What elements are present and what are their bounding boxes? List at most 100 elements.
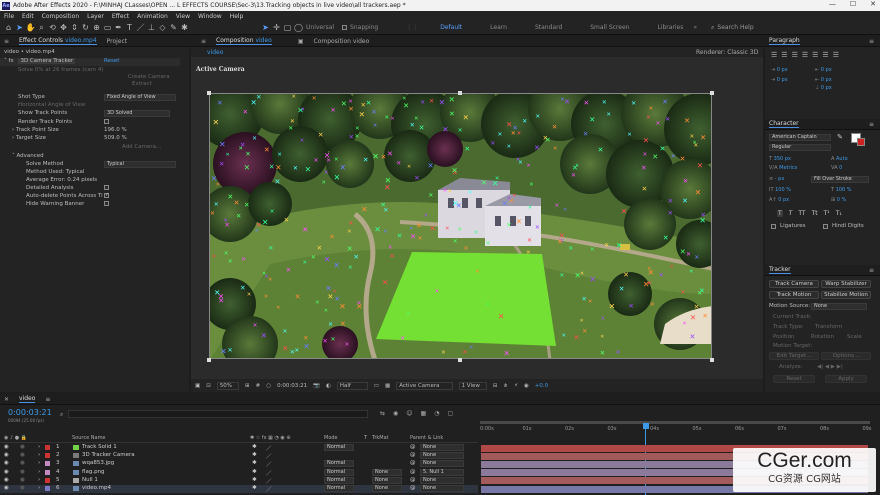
track-point-marker[interactable]: ✕ bbox=[366, 99, 371, 107]
track-point-marker[interactable]: ✕ bbox=[545, 137, 551, 144]
track-point-marker[interactable]: ✕ bbox=[457, 227, 462, 234]
track-point-marker[interactable]: ✕ bbox=[619, 285, 625, 293]
track-point-marker[interactable]: ✕ bbox=[535, 225, 540, 232]
track-point-marker[interactable]: ✕ bbox=[449, 111, 455, 118]
layer-switch-icon[interactable]: ✱ bbox=[252, 485, 257, 491]
track-point-marker[interactable]: ✕ bbox=[348, 105, 353, 113]
track-point-marker[interactable]: ✕ bbox=[243, 109, 248, 116]
view-options-icon[interactable]: ⊟ bbox=[493, 383, 498, 389]
track-point-marker[interactable]: ✕ bbox=[226, 152, 230, 159]
video-frame[interactable]: ✕ ✕ ✕ ✕ ✕ ✕ ✕ ✕ ✕ ✕ ✕ ✕ ✕ ✕ ✕ ✕ ✕ ✕ ✕ ✕ ✕ ✕ ✕ ✕ ✕ ✕ ✕ ✕ ✕ ✕ ✕ ✕ ✕ ✕ ✕ ✕ ✕ ✕ ✕ ✕… bbox=[209, 93, 712, 359]
track-point-marker[interactable]: ✕ bbox=[384, 184, 391, 192]
workspace-dots-icon[interactable]: ⋮⋮ bbox=[406, 24, 418, 31]
add-camera-button[interactable]: Add Camera... bbox=[122, 144, 161, 152]
track-camera-button[interactable]: Track Camera bbox=[769, 280, 819, 288]
mask-icon[interactable]: ○ bbox=[266, 383, 271, 389]
timeline-tab-video[interactable]: video bbox=[19, 395, 36, 403]
track-point-marker[interactable]: ✕ bbox=[363, 156, 369, 164]
snapshot-icon[interactable]: 📷 bbox=[313, 383, 320, 389]
track-point-marker[interactable]: ✕ bbox=[314, 158, 319, 165]
frame-handle[interactable] bbox=[710, 91, 714, 95]
workspace-default[interactable]: Default bbox=[440, 24, 462, 31]
track-point-marker[interactable]: ✕ bbox=[220, 348, 227, 356]
track-point-marker[interactable]: ✕ bbox=[381, 153, 386, 161]
track-point-marker[interactable]: ✕ bbox=[447, 189, 452, 196]
view-axis-icon[interactable]: ▢ bbox=[282, 22, 293, 33]
track-point-marker[interactable]: ✕ bbox=[686, 251, 691, 258]
track-point-marker[interactable]: ✕ bbox=[439, 99, 445, 107]
track-point-marker[interactable]: ✕ bbox=[689, 269, 694, 276]
playhead-marker[interactable] bbox=[643, 423, 649, 429]
track-point-marker[interactable]: ✕ bbox=[282, 329, 287, 336]
track-point-marker[interactable]: ✕ bbox=[527, 237, 532, 244]
track-point-marker[interactable]: ✕ bbox=[517, 131, 522, 138]
track-point-marker[interactable]: ✕ bbox=[627, 132, 631, 139]
track-point-marker[interactable]: ✕ bbox=[219, 141, 226, 149]
track-point-marker[interactable]: ✕ bbox=[241, 257, 246, 264]
faux-bold-button[interactable]: T bbox=[777, 210, 783, 217]
advanced-group[interactable]: ˅ Advanced bbox=[12, 153, 44, 161]
track-point-marker[interactable]: ✕ bbox=[355, 126, 360, 133]
transparency-icon[interactable]: ▦ bbox=[385, 383, 390, 389]
track-point-marker[interactable]: ✕ bbox=[295, 293, 301, 300]
stroke-type-dropdown[interactable]: Fill Over Stroke bbox=[811, 176, 869, 183]
track-point-marker[interactable]: ✕ bbox=[598, 146, 604, 154]
justify-right-icon[interactable]: ☰ bbox=[822, 51, 828, 59]
solve-method-dropdown[interactable]: Typical bbox=[104, 161, 176, 168]
col-parent[interactable]: Parent & Link bbox=[410, 435, 443, 441]
track-point-marker[interactable]: ✕ bbox=[277, 152, 281, 159]
type-tool-icon[interactable]: T bbox=[124, 22, 135, 33]
visibility-eye-icon[interactable]: ◉ bbox=[4, 485, 9, 491]
track-point-marker[interactable]: ✕ bbox=[324, 170, 329, 177]
track-point-marker[interactable]: ✕ bbox=[573, 334, 579, 341]
target-size-value[interactable]: 509.0 % bbox=[104, 135, 127, 143]
track-point-marker[interactable]: ✕ bbox=[410, 233, 416, 240]
track-point-marker[interactable]: ✕ bbox=[474, 230, 478, 237]
warp-stabilizer-button[interactable]: Warp Stabilizer bbox=[821, 280, 871, 288]
ligatures-checkbox[interactable] bbox=[771, 224, 776, 229]
frame-handle[interactable] bbox=[458, 358, 462, 362]
eyedropper-icon[interactable]: ✎ bbox=[837, 133, 843, 141]
tab-effect-controls[interactable]: Effect Controls video.mp4 bbox=[19, 37, 97, 45]
tracker-reset-button[interactable]: Reset bbox=[773, 375, 815, 383]
track-point-marker[interactable]: ✕ bbox=[571, 173, 576, 180]
track-point-marker[interactable]: ✕ bbox=[616, 241, 622, 249]
track-point-marker[interactable]: ✕ bbox=[212, 254, 216, 261]
track-point-marker[interactable]: ✕ bbox=[353, 253, 358, 261]
track-point-marker[interactable]: ✕ bbox=[374, 226, 381, 234]
solo-icon[interactable]: ● bbox=[20, 477, 25, 483]
track-point-marker[interactable]: ✕ bbox=[300, 107, 305, 114]
track-point-marker[interactable]: ✕ bbox=[406, 311, 410, 318]
comp-timecode[interactable]: 0:00:03:21 bbox=[277, 383, 307, 389]
effect-reset-link[interactable]: Reset bbox=[104, 58, 119, 64]
layer-mode-dropdown[interactable]: Normal bbox=[324, 444, 354, 451]
track-point-marker[interactable]: ✕ bbox=[694, 255, 699, 262]
track-point-marker[interactable]: ✕ bbox=[324, 308, 328, 315]
horizontal-scale-field[interactable]: T 100 % bbox=[831, 187, 852, 194]
track-point-marker[interactable]: ✕ bbox=[276, 305, 280, 312]
track-point-marker[interactable]: ✕ bbox=[442, 126, 448, 134]
rotate-tool-icon[interactable]: ↻ bbox=[80, 22, 91, 33]
track-point-marker[interactable]: ✕ bbox=[359, 111, 365, 119]
track-type-value[interactable]: Transform bbox=[815, 324, 842, 332]
track-point-marker[interactable]: ✕ bbox=[589, 276, 596, 284]
track-point-marker[interactable]: ✕ bbox=[458, 128, 463, 135]
track-point-marker[interactable]: ✕ bbox=[427, 162, 433, 169]
track-point-marker[interactable]: ✕ bbox=[428, 192, 433, 199]
vertical-scale-field[interactable]: IT 100 % bbox=[769, 187, 791, 194]
track-point-marker[interactable]: ✕ bbox=[348, 99, 353, 106]
visibility-eye-icon[interactable]: ◉ bbox=[4, 477, 9, 483]
track-point-marker[interactable]: ✕ bbox=[275, 163, 281, 171]
track-point-marker[interactable]: ✕ bbox=[468, 190, 473, 197]
edit-target-button[interactable]: Edit Target... bbox=[769, 352, 819, 360]
tracking-field[interactable]: VA 0 bbox=[831, 165, 842, 172]
track-point-marker[interactable]: ✕ bbox=[333, 261, 340, 269]
track-point-marker[interactable]: ✕ bbox=[642, 185, 648, 193]
zoom-dropdown[interactable]: 50% bbox=[216, 382, 240, 390]
track-point-marker[interactable]: ✕ bbox=[649, 106, 654, 113]
layer-row[interactable]: ◉ ● › 5 Null 1 ✱ ／ Normal None @ None bbox=[0, 476, 478, 485]
track-point-marker[interactable]: ✕ bbox=[264, 146, 270, 154]
track-point-marker[interactable]: ✕ bbox=[616, 349, 621, 356]
track-point-marker[interactable]: ✕ bbox=[396, 160, 401, 167]
tracker-title[interactable]: Tracker bbox=[769, 266, 791, 274]
